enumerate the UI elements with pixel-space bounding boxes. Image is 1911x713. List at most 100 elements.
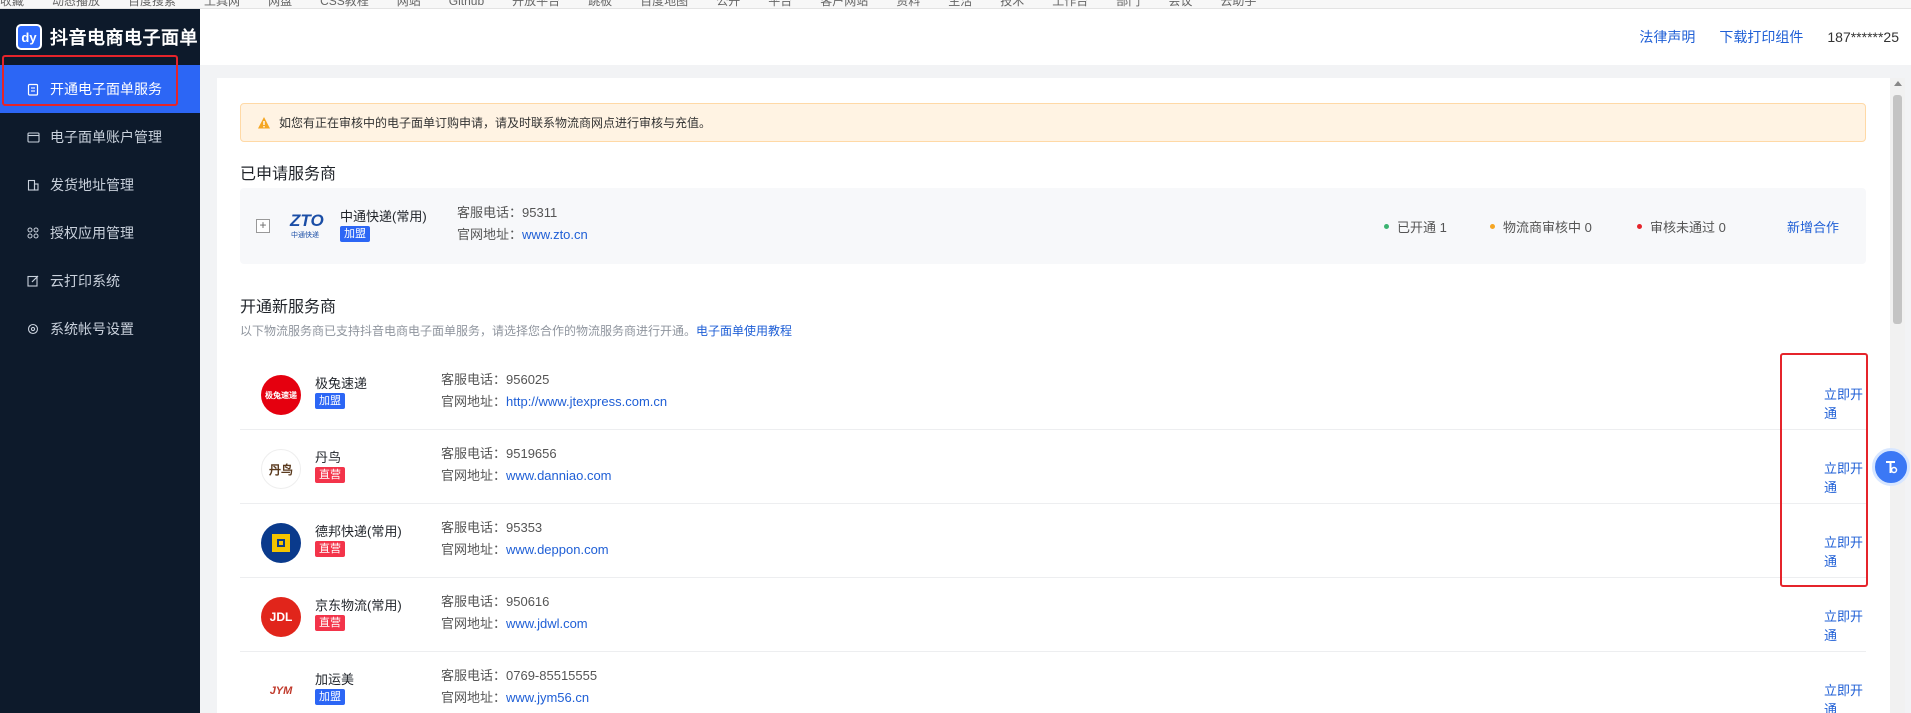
sidebar: dy 抖音电商电子面单 开通电子面单服务 电子面单账户管理 发货地址管理 授权应… <box>0 9 200 713</box>
bookmark-item[interactable]: 云助手 <box>1220 0 1256 8</box>
status-dot <box>1384 224 1389 229</box>
bookmark-item[interactable]: 网盘 <box>268 0 292 8</box>
add-cooperation-button[interactable]: 新增合作 <box>1787 217 1839 236</box>
status-reviewing: 物流商审核中 0 <box>1490 217 1592 236</box>
provider-name: 极兔速递 <box>315 376 368 391</box>
phone-label: 客服电话： <box>441 372 507 387</box>
bookmark-item[interactable]: 收藏 <box>0 0 24 8</box>
provider-contact-info: 客服电话：950616 官网地址：www.jdwl.com <box>441 591 588 635</box>
applied-section-title: 已申请服务商 <box>240 166 337 183</box>
open-now-button[interactable]: 立即开通 <box>1824 532 1866 570</box>
sidebar-item-label: 云打印系统 <box>50 273 120 289</box>
website-label: 官网地址： <box>441 542 507 557</box>
status-label: 审核未通过 0 <box>1650 220 1726 235</box>
sidebar-item-cloud-print[interactable]: 云打印系统 <box>0 257 200 305</box>
phone-value: 956025 <box>506 372 550 387</box>
warning-icon <box>258 116 270 128</box>
status-label: 物流商审核中 0 <box>1503 220 1592 235</box>
sidebar-item-authorized-apps[interactable]: 授权应用管理 <box>0 209 200 257</box>
sidebar-item-address[interactable]: 发货地址管理 <box>0 161 200 209</box>
bookmark-item[interactable]: 会议 <box>1168 0 1192 8</box>
assistant-icon <box>1886 461 1898 474</box>
provider-row: JDL 京东物流(常用) 直营 客服电话：950616 官网地址：www.jdw… <box>240 578 1866 652</box>
subtitle-text: 以下物流服务商已支持抖音电商电子面单服务，请选择您合作的物流服务商进行开通。 <box>240 324 697 338</box>
open-now-button[interactable]: 立即开通 <box>1824 606 1866 644</box>
tutorial-link[interactable]: 电子面单使用教程 <box>696 324 792 338</box>
bookmark-item[interactable]: 公开 <box>716 0 740 8</box>
jdl-logo: JDL <box>261 597 301 637</box>
scrollbar-thumb[interactable] <box>1893 95 1902 324</box>
bookmark-item[interactable]: CSS教程 <box>320 0 369 8</box>
settings-icon <box>26 322 40 336</box>
wallet-icon <box>26 130 40 144</box>
bookmark-item[interactable]: 百度地图 <box>640 0 688 8</box>
notice-banner: 如您有正在审核中的电子面单订购申请，请及时联系物流商网点进行审核与充值。 <box>240 103 1866 142</box>
provider-contact-info: 客服电话：0769-85515555 官网地址：www.jym56.cn <box>441 665 597 709</box>
status-opened: 已开通 1 <box>1384 217 1447 236</box>
bookmark-item[interactable]: 技术 <box>1000 0 1024 8</box>
bookmark-item[interactable]: 资料 <box>896 0 920 8</box>
website-link[interactable]: www.jym56.cn <box>506 690 589 705</box>
provider-row: 极兔速递 极兔速递 加盟 客服电话：956025 官网地址：http://www… <box>240 356 1866 430</box>
website-link[interactable]: www.danniao.com <box>506 468 612 483</box>
sidebar-item-open-service[interactable]: 开通电子面单服务 <box>0 65 200 113</box>
status-dot <box>1490 224 1495 229</box>
user-account[interactable]: 187******25 <box>1827 29 1899 45</box>
zto-logo: ZTO 中通快递 <box>289 211 324 239</box>
download-print-plugin-link[interactable]: 下载打印组件 <box>1719 27 1803 47</box>
provider-name: 丹鸟 <box>315 450 342 465</box>
open-now-button[interactable]: 立即开通 <box>1824 458 1866 496</box>
top-header: 法律声明 下载打印组件 187******25 <box>200 9 1911 65</box>
bookmark-item[interactable]: Github <box>449 0 484 8</box>
phone-label: 客服电话： <box>457 205 523 220</box>
bookmark-item[interactable]: 部门 <box>1116 0 1140 8</box>
floating-assistant-button[interactable] <box>1872 448 1910 486</box>
expand-toggle-icon[interactable]: + <box>256 219 270 233</box>
website-link[interactable]: www.jdwl.com <box>506 616 588 631</box>
new-section-title: 开通新服务商 <box>240 299 337 316</box>
bookmark-item[interactable]: 网站 <box>397 0 421 8</box>
website-link[interactable]: www.zto.cn <box>522 227 588 242</box>
bookmark-item[interactable]: 跳板 <box>588 0 612 8</box>
website-label: 官网地址： <box>441 468 507 483</box>
edit-icon <box>26 274 40 288</box>
website-link[interactable]: www.deppon.com <box>506 542 609 557</box>
provider-type-badge: 直营 <box>315 615 345 631</box>
bookmark-item[interactable]: 工具网 <box>204 0 240 8</box>
vertical-scrollbar[interactable] <box>1890 78 1905 713</box>
carrier-type-badge: 加盟 <box>340 226 370 242</box>
carrier-contact-info: 客服电话：95311 官网地址：www.zto.cn <box>457 202 588 246</box>
provider-name: 德邦快递(常用) <box>315 524 402 539</box>
apps-icon <box>26 226 40 240</box>
svg-text:中通快递: 中通快递 <box>291 230 319 239</box>
website-link[interactable]: http://www.jtexpress.com.cn <box>506 394 667 409</box>
scroll-up-arrow-icon[interactable] <box>1893 81 1902 86</box>
svg-text:ZTO: ZTO <box>289 211 324 230</box>
deppon-logo <box>261 523 301 563</box>
legal-link[interactable]: 法律声明 <box>1639 27 1695 47</box>
provider-type-badge: 直营 <box>315 541 345 557</box>
provider-contact-info: 客服电话：9519656 官网地址：www.danniao.com <box>441 443 612 487</box>
building-icon <box>26 178 40 192</box>
bookmark-item[interactable]: 平台 <box>768 0 792 8</box>
bookmark-item[interactable]: 工作台 <box>1052 0 1088 8</box>
sidebar-item-label: 开通电子面单服务 <box>50 81 162 97</box>
app-logo-icon: dy <box>16 24 42 50</box>
sidebar-item-account[interactable]: 电子面单账户管理 <box>0 113 200 161</box>
provider-row: 丹鸟 丹鸟 直营 客服电话：9519656 官网地址：www.danniao.c… <box>240 430 1866 504</box>
phone-value: 95311 <box>522 205 558 220</box>
provider-type-badge: 直营 <box>315 467 345 483</box>
bookmark-item[interactable]: 开放平台 <box>512 0 560 8</box>
phone-value: 0769-85515555 <box>506 668 598 683</box>
provider-row: 德邦快递(常用) 直营 客服电话：95353 官网地址：www.deppon.c… <box>240 504 1866 578</box>
phone-label: 客服电话： <box>441 520 507 535</box>
sidebar-item-account-settings[interactable]: 系统帐号设置 <box>0 305 200 353</box>
bookmark-item[interactable]: 动态播放 <box>52 0 100 8</box>
status-dot <box>1637 224 1642 229</box>
bookmark-item[interactable]: 客户网站 <box>820 0 868 8</box>
bookmark-item[interactable]: 百度搜索 <box>128 0 176 8</box>
sidebar-item-label: 系统帐号设置 <box>50 321 134 337</box>
bookmark-item[interactable]: 生活 <box>948 0 972 8</box>
open-now-button[interactable]: 立即开通 <box>1824 384 1866 422</box>
open-now-button[interactable]: 立即开通 <box>1824 680 1866 713</box>
